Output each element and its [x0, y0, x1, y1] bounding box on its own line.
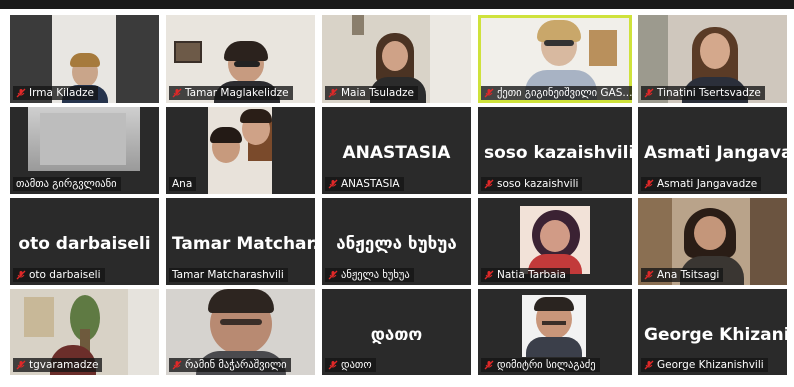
muted-mic-icon: [484, 270, 494, 280]
participant-name-label: Natia Tarbaia: [481, 268, 570, 282]
muted-mic-icon: [328, 360, 338, 370]
muted-mic-icon: [484, 88, 494, 98]
participant-name: Asmati Jangavadze: [657, 178, 758, 190]
participant-tile[interactable]: თამთა გირგვლიანი: [10, 107, 159, 194]
muted-mic-icon: [484, 179, 494, 189]
participant-name-label: George Khizanishvili: [641, 358, 768, 372]
participant-tile[interactable]: George Khizani... George Khizanishvili: [638, 289, 787, 375]
participant-name: დათო: [341, 359, 372, 371]
participant-video: [208, 107, 272, 194]
participant-name: Ana: [172, 178, 193, 190]
participant-tile[interactable]: Ana Tsitsagi: [638, 198, 787, 285]
participant-name: tgvaramadze: [29, 359, 99, 371]
participant-avatar-photo: [522, 295, 586, 357]
participant-name: Maia Tsuladze: [341, 87, 414, 99]
muted-mic-icon: [328, 179, 338, 189]
participant-display-name: Tamar Matchar...: [172, 234, 315, 254]
participant-tile[interactable]: Maia Tsuladze: [322, 15, 471, 103]
muted-mic-icon: [328, 270, 338, 280]
participant-tile[interactable]: tgvaramadze: [10, 289, 159, 375]
participant-name-label: ANASTASIA: [325, 177, 404, 191]
participant-name: oto darbaiseli: [29, 269, 101, 281]
participant-name-label: Asmati Jangavadze: [641, 177, 762, 191]
muted-mic-icon: [172, 360, 182, 370]
participant-name-label: Maia Tsuladze: [325, 86, 418, 100]
participant-name: რამინ მაჭარაშვილი: [185, 359, 287, 371]
participant-tile[interactable]: დიმიტრი სილაგაძე: [478, 289, 632, 375]
participant-name-label: ანჟელა ხუხუა: [325, 268, 414, 282]
muted-mic-icon: [328, 88, 338, 98]
participant-name-label: თამთა გირგვლიანი: [13, 177, 121, 191]
participant-tile[interactable]: დათო დათო: [322, 289, 471, 375]
participant-name-label: Tinatini Tsertsvadze: [641, 86, 765, 100]
participant-name-label: Tamar Matcharashvili: [169, 268, 288, 282]
participant-name-label: oto darbaiseli: [13, 268, 105, 282]
participant-name-label: Ana Tsitsagi: [641, 268, 724, 282]
participant-name-label: ქეთი გიგინეიშვილი GAS...: [481, 86, 632, 100]
participant-name-label: რამინ მაჭარაშვილი: [169, 358, 291, 372]
muted-mic-icon: [16, 360, 26, 370]
participant-name-label: tgvaramadze: [13, 358, 103, 372]
participant-tile[interactable]: ანჟელა ხუხუა ანჟელა ხუხუა: [322, 198, 471, 285]
muted-mic-icon: [644, 270, 654, 280]
participant-tile[interactable]: oto darbaiseli oto darbaiseli: [10, 198, 159, 285]
video-grid: Irma Kiladze Tamar Maglakelidze Maia Tsu…: [0, 0, 794, 387]
participant-display-name: ანჟელა ხუხუა: [336, 234, 457, 254]
participant-tile[interactable]: Natia Tarbaia: [478, 198, 632, 285]
participant-name-label: Ana: [169, 177, 197, 191]
participant-name: ANASTASIA: [341, 178, 400, 190]
muted-mic-icon: [644, 360, 654, 370]
participant-tile[interactable]: soso kazaishvili soso kazaishvili: [478, 107, 632, 194]
participant-name: Tamar Maglakelidze: [185, 87, 289, 99]
participant-name: დიმიტრი სილაგაძე: [497, 359, 596, 371]
participant-avatar-photo: [520, 206, 590, 274]
participant-name-label: დიმიტრი სილაგაძე: [481, 358, 600, 372]
participant-tile[interactable]: Ana: [166, 107, 315, 194]
participant-tile[interactable]: რამინ მაჭარაშვილი: [166, 289, 315, 375]
muted-mic-icon: [16, 270, 26, 280]
participant-name-label: Irma Kiladze: [13, 86, 99, 100]
participant-name: soso kazaishvili: [497, 178, 579, 190]
participant-name-label: soso kazaishvili: [481, 177, 583, 191]
participant-display-name: დათო: [370, 325, 423, 345]
muted-mic-icon: [16, 88, 26, 98]
participant-name: ანჟელა ხუხუა: [341, 269, 410, 281]
participant-name: თამთა გირგვლიანი: [16, 178, 117, 190]
participant-tile[interactable]: Asmati Jangava... Asmati Jangavadze: [638, 107, 787, 194]
participant-display-name: Asmati Jangava...: [644, 143, 787, 163]
participant-display-name: soso kazaishvili: [484, 143, 632, 163]
participant-name: Natia Tarbaia: [497, 269, 566, 281]
participant-name: Tamar Matcharashvili: [172, 269, 284, 281]
participant-name-label: Tamar Maglakelidze: [169, 86, 293, 100]
participant-display-name: oto darbaiseli: [18, 234, 151, 254]
participant-name: George Khizanishvili: [657, 359, 764, 371]
participant-name: Irma Kiladze: [29, 87, 95, 99]
participant-tile-active-speaker[interactable]: ქეთი გიგინეიშვილი GAS...: [478, 15, 632, 103]
participant-name-label: დათო: [325, 358, 376, 372]
muted-mic-icon: [484, 360, 494, 370]
participant-tile[interactable]: Tamar Matchar... Tamar Matcharashvili: [166, 198, 315, 285]
participant-display-name: ANASTASIA: [342, 143, 451, 163]
participant-display-name: George Khizani...: [644, 325, 787, 345]
participant-tile[interactable]: ANASTASIA ANASTASIA: [322, 107, 471, 194]
participant-tile[interactable]: Tamar Maglakelidze: [166, 15, 315, 103]
participant-name: Ana Tsitsagi: [657, 269, 720, 281]
muted-mic-icon: [644, 179, 654, 189]
muted-mic-icon: [644, 88, 654, 98]
muted-mic-icon: [172, 88, 182, 98]
participant-tile[interactable]: Irma Kiladze: [10, 15, 159, 103]
participant-name: ქეთი გიგინეიშვილი GAS...: [497, 87, 632, 99]
participant-name: Tinatini Tsertsvadze: [657, 87, 761, 99]
participant-tile[interactable]: Tinatini Tsertsvadze: [638, 15, 787, 103]
